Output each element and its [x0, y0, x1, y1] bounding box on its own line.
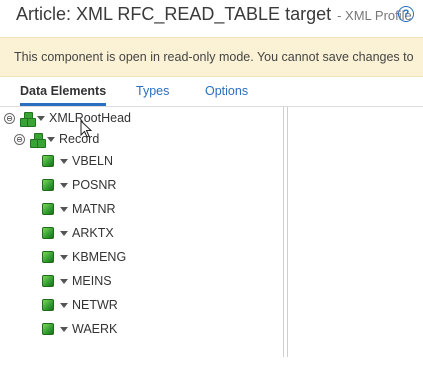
- page-header: Article: XML RFC_READ_TABLE target - XML…: [16, 4, 423, 30]
- detail-panel-divider: [287, 107, 288, 357]
- tree-node-label: NETWR: [72, 298, 118, 312]
- tree-node-field[interactable]: MEINS: [42, 273, 112, 289]
- caret-down-icon[interactable]: [60, 158, 68, 164]
- caret-down-icon[interactable]: [37, 115, 45, 121]
- tree-node-field[interactable]: MATNR: [42, 201, 116, 217]
- cube-icon: [42, 179, 54, 191]
- caret-down-icon[interactable]: [60, 302, 68, 308]
- read-only-banner: This component is open in read-only mode…: [0, 37, 423, 77]
- caret-down-icon[interactable]: [47, 136, 55, 142]
- collapse-icon[interactable]: ⊖: [4, 112, 15, 124]
- caret-down-icon[interactable]: [60, 206, 68, 212]
- element-cluster-icon: [30, 132, 46, 148]
- cube-icon: [42, 299, 54, 311]
- cube-icon: [42, 155, 54, 167]
- tree-node-label: WAERK: [72, 322, 118, 336]
- caret-down-icon[interactable]: [60, 230, 68, 236]
- caret-down-icon[interactable]: [60, 254, 68, 260]
- cube-icon: [42, 275, 54, 287]
- collapse-icon[interactable]: ⊖: [14, 133, 25, 145]
- banner-message: This component is open in read-only mode…: [14, 50, 414, 64]
- tree-node-label: KBMENG: [72, 250, 127, 264]
- tree-node-field[interactable]: NETWR: [42, 297, 118, 313]
- tree-node-label: ARKTX: [72, 226, 114, 240]
- tree-node-label: POSNR: [72, 178, 117, 192]
- tree-node-field[interactable]: ARKTX: [42, 225, 114, 241]
- cube-icon: [42, 323, 54, 335]
- tree-node-field[interactable]: KBMENG: [42, 249, 126, 265]
- cube-icon: [42, 203, 54, 215]
- element-cluster-icon: [20, 111, 36, 127]
- tab-bar: Data Elements Types Options: [0, 78, 423, 107]
- caret-down-icon[interactable]: [60, 326, 68, 332]
- cube-icon: [42, 251, 54, 263]
- tree-node-root[interactable]: ⊖ XMLRootHead: [4, 110, 131, 127]
- tree-node-label: MEINS: [72, 274, 112, 288]
- tree-node-field[interactable]: POSNR: [42, 177, 116, 193]
- tree-node-field[interactable]: WAERK: [42, 321, 117, 337]
- tab-types[interactable]: Types: [136, 84, 169, 98]
- tree-node-label: VBELN: [72, 154, 113, 168]
- tree-node-label: MATNR: [72, 202, 116, 216]
- mouse-cursor-icon: [80, 120, 92, 138]
- page-title: Article: XML RFC_READ_TABLE target: [16, 4, 332, 24]
- tab-options[interactable]: Options: [205, 84, 248, 98]
- help-icon[interactable]: ?: [398, 6, 414, 22]
- tab-data-elements[interactable]: Data Elements: [20, 84, 107, 106]
- tree-node-field[interactable]: VBELN: [42, 153, 113, 169]
- cube-icon: [42, 227, 54, 239]
- caret-down-icon[interactable]: [60, 278, 68, 284]
- caret-down-icon[interactable]: [60, 182, 68, 188]
